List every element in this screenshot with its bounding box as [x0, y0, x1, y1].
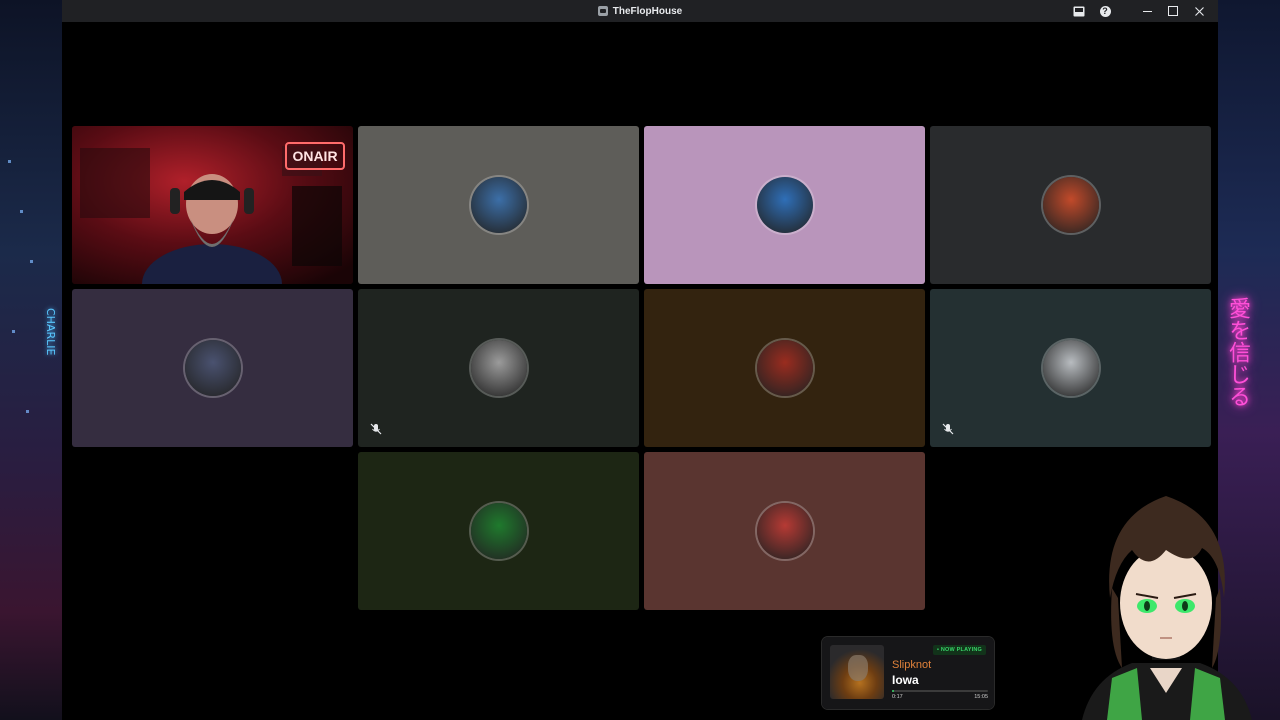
participant-tile[interactable]	[358, 289, 639, 447]
participant-video-tile[interactable]: ONAIR	[72, 126, 353, 284]
artist-name: Slipknot	[892, 659, 932, 671]
inbox-icon[interactable]	[1066, 0, 1092, 22]
close-button[interactable]	[1186, 0, 1212, 22]
participant-avatar	[470, 340, 527, 396]
window-title: TheFlopHouse	[612, 5, 683, 17]
help-icon[interactable]: ?	[1092, 0, 1118, 22]
title-bar: TheFlopHouse ?	[62, 0, 1218, 22]
participant-tile[interactable]	[644, 126, 925, 284]
participant-avatar	[470, 503, 527, 559]
track-progress-bar	[892, 690, 988, 692]
track-duration: 15:05	[974, 694, 988, 700]
neon-sign-right: 愛を信じる	[1225, 297, 1250, 407]
participant-avatar	[184, 340, 241, 396]
neon-sign-left: CHARLIE	[44, 308, 57, 356]
participant-grid: ONAIR	[66, 22, 1218, 720]
participant-tile[interactable]	[644, 289, 925, 447]
participant-avatar	[756, 503, 813, 559]
participant-avatar	[470, 177, 527, 233]
participant-tile[interactable]	[644, 452, 925, 610]
album-art	[830, 645, 884, 699]
backdrop-left	[0, 0, 62, 720]
participant-avatar	[756, 177, 813, 233]
participant-avatar	[1042, 177, 1099, 233]
now-playing-widget: • NOW PLAYING Slipknot Iowa 0:17 15:05	[822, 637, 994, 709]
app-icon	[597, 6, 608, 16]
participant-tile[interactable]	[930, 289, 1211, 447]
track-title: Iowa	[892, 673, 919, 687]
participant-avatar	[1042, 340, 1099, 396]
vtuber-character	[1082, 496, 1252, 720]
minimize-button[interactable]	[1134, 0, 1160, 22]
app-window: TheFlopHouse ? ONAIR	[62, 0, 1218, 720]
participant-tile[interactable]	[358, 452, 639, 610]
on-air-sign: ONAIR	[292, 148, 337, 164]
webcam-feed: ONAIR	[72, 126, 353, 284]
participant-avatar	[756, 340, 813, 396]
now-playing-badge: • NOW PLAYING	[933, 645, 986, 655]
participant-tile[interactable]	[72, 289, 353, 447]
participant-tile[interactable]	[930, 126, 1211, 284]
participant-tile[interactable]	[358, 126, 639, 284]
mic-muted-icon	[940, 421, 956, 437]
maximize-button[interactable]	[1160, 0, 1186, 22]
elapsed-time: 0:17	[892, 694, 903, 700]
mic-muted-icon	[368, 421, 384, 437]
